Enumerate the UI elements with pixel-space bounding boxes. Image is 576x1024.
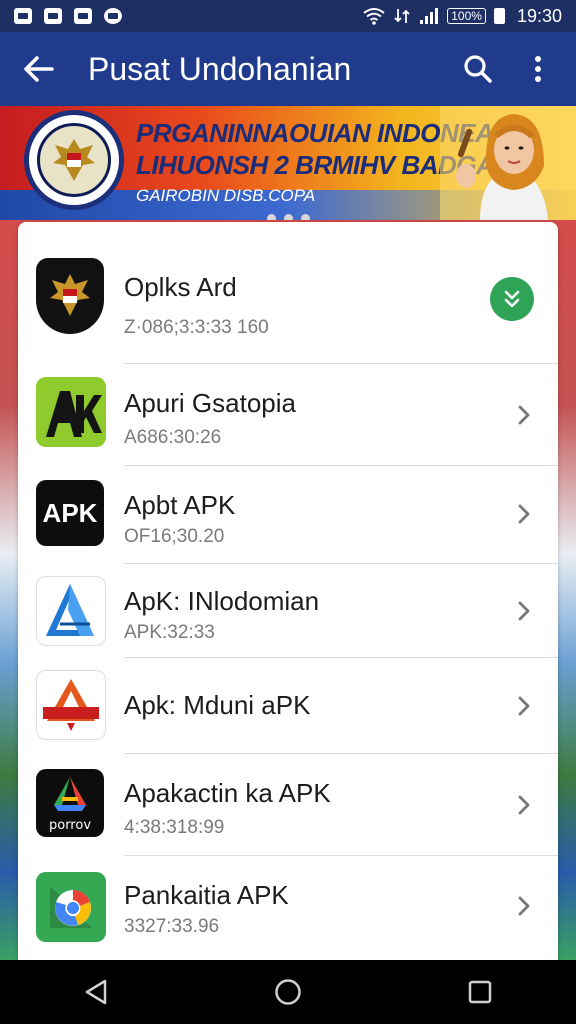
app-name: Apbt APK (124, 490, 236, 520)
app-name: Apuri Gsatopia (124, 388, 296, 418)
list-item[interactable]: Apuri Gsatopia A686:30:26 (18, 364, 558, 466)
chevron-right-icon (518, 405, 530, 425)
apk-app-icon (36, 872, 106, 942)
app-name: Apk: Mduni aPK (124, 690, 311, 720)
nav-home-button[interactable] (253, 960, 323, 1024)
presenter-image (440, 106, 576, 220)
chevron-right-icon (518, 504, 530, 524)
garuda-app-icon (36, 258, 104, 334)
photo-notification-icon (44, 8, 62, 24)
list-item[interactable]: ApK: INlodomian APK:32:33 (18, 564, 558, 658)
app-name: Pankaitia APK (124, 880, 289, 910)
icon-label: APK (42, 497, 98, 528)
system-nav-bar (0, 960, 576, 1024)
download-chevron-icon (504, 290, 520, 308)
app-details: APK:32:33 (124, 622, 215, 643)
app-details: A686:30:26 (124, 427, 222, 448)
app-details: 4:38:318:99 (124, 817, 225, 838)
garuda-emblem-icon (24, 110, 124, 210)
list-item[interactable]: APK Apbt APK OF16;30.20 (18, 466, 558, 564)
nav-recents-button[interactable] (445, 960, 515, 1024)
battery-icon (493, 8, 505, 24)
status-bar: 100% 19:30 (0, 0, 576, 32)
chevron-right-icon (518, 696, 530, 716)
list-item[interactable]: porrov Apakactin ka APK 4:38:318:99 (18, 754, 558, 856)
signal-icon (419, 7, 439, 25)
battery-percent: 100% (447, 8, 486, 24)
apk-app-icon (36, 576, 106, 646)
chevron-right-icon (518, 896, 530, 916)
image-notification-icon (14, 8, 32, 24)
more-options-button[interactable] (508, 32, 568, 106)
clock: 19:30 (516, 5, 562, 26)
notification-icons (14, 8, 122, 24)
download-button[interactable] (490, 277, 534, 321)
back-button[interactable] (8, 32, 68, 106)
list-item[interactable]: Apk: Mduni aPK (18, 658, 558, 754)
circle-home-icon (275, 979, 301, 1005)
chevron-right-icon (518, 601, 530, 621)
banner-url: GAIROBIN DISB.COPA (136, 186, 316, 205)
wifi-icon (363, 7, 385, 25)
triangle-back-icon (85, 979, 107, 1005)
apk-app-icon: porrov (36, 769, 104, 837)
app-name: ApK: INlodomian (124, 586, 320, 616)
page-title: Pusat Undohanian (88, 50, 352, 87)
search-button[interactable] (448, 32, 508, 106)
data-transfer-icon (393, 7, 411, 25)
icon-label: porrov (49, 818, 91, 833)
app-details: 3327:33.96 (124, 916, 220, 937)
list-item[interactable]: Pankaitia APK 3327:33.96 (18, 856, 558, 960)
app-list-card: Oplks Ard Z·086;3:3:33 160 Apuri Gsatopi… (18, 222, 558, 960)
apk-app-icon (36, 670, 106, 740)
bag-notification-icon (74, 8, 92, 24)
chevron-right-icon (518, 795, 530, 815)
back-arrow-icon (24, 56, 54, 82)
app-details: Z·086;3:3:33 160 (124, 317, 269, 338)
shield-notification-icon (104, 8, 122, 24)
more-vert-icon (535, 56, 541, 82)
search-icon (464, 55, 492, 83)
apk-app-icon (36, 377, 106, 447)
apk-app-icon: APK (36, 480, 104, 546)
nav-back-button[interactable] (61, 960, 131, 1024)
app-details: OF16;30.20 (124, 526, 225, 547)
list-item[interactable]: Oplks Ard Z·086;3:3:33 160 (18, 222, 558, 364)
app-name: Apakactin ka APK (124, 778, 331, 808)
square-recents-icon (468, 980, 492, 1004)
app-bar: Pusat Undohanian (0, 32, 576, 106)
app-name: Oplks Ard (124, 272, 237, 302)
promo-banner[interactable]: PRGANINNAOUIAN INDONEAN LIHUONSH 2 BRMIH… (0, 106, 576, 220)
